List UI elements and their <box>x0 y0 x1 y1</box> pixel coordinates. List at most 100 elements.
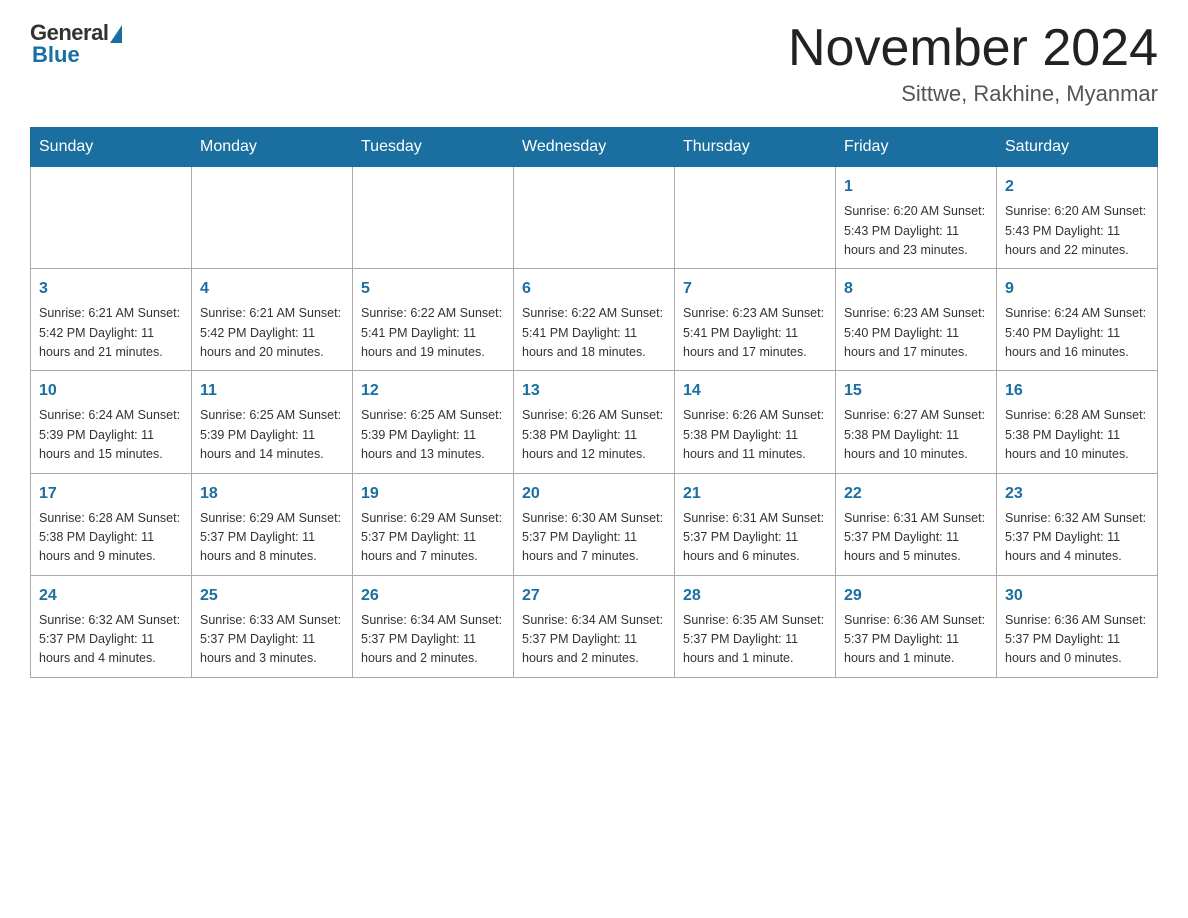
calendar-week-row: 10 Sunrise: 6:24 AM Sunset: 5:39 PM Dayli… <box>31 371 1158 473</box>
day-number: 9 <box>1005 277 1149 301</box>
day-number: 29 <box>844 584 988 608</box>
calendar-cell: 30Sunrise: 6:36 AM Sunset: 5:37 PM Dayli… <box>997 575 1158 677</box>
calendar-cell <box>353 167 514 269</box>
calendar-week-row: 3 Sunrise: 6:21 AM Sunset: 5:42 PM Daylig… <box>31 269 1158 371</box>
calendar-cell: 15Sunrise: 6:27 AM Sunset: 5:38 PM Dayli… <box>836 371 997 473</box>
calendar-cell: 14Sunrise: 6:26 AM Sunset: 5:38 PM Dayli… <box>675 371 836 473</box>
day-number: 1 <box>844 175 988 199</box>
day-info: Sunrise: 6:32 AM Sunset: 5:37 PM Dayligh… <box>1005 509 1149 567</box>
calendar-week-row: 1 Sunrise: 6:20 AM Sunset: 5:43 PM Daylig… <box>31 167 1158 269</box>
calendar-cell: 24 Sunrise: 6:32 AM Sunset: 5:37 PM Dayli… <box>31 575 192 677</box>
day-number: 22 <box>844 482 988 506</box>
calendar-cell: 28 Sunrise: 6:35 AM Sunset: 5:37 PM Dayli… <box>675 575 836 677</box>
calendar-week-row: 24 Sunrise: 6:32 AM Sunset: 5:37 PM Dayli… <box>31 575 1158 677</box>
day-number: 26 <box>361 584 505 608</box>
day-number: 10 <box>39 379 183 403</box>
day-info: Sunrise: 6:27 AM Sunset: 5:38 PM Dayligh… <box>844 406 988 464</box>
calendar-cell: 3 Sunrise: 6:21 AM Sunset: 5:42 PM Daylig… <box>31 269 192 371</box>
month-year-title: November 2024 <box>788 20 1158 77</box>
calendar-cell: 13 Sunrise: 6:26 AM Sunset: 5:38 PM Dayli… <box>514 371 675 473</box>
calendar-cell <box>675 167 836 269</box>
day-number: 23 <box>1005 482 1149 506</box>
calendar-cell: 10 Sunrise: 6:24 AM Sunset: 5:39 PM Dayli… <box>31 371 192 473</box>
weekday-header: Friday <box>836 128 997 167</box>
day-info: Sunrise: 6:24 AM Sunset: 5:39 PM Dayligh… <box>39 406 183 464</box>
day-number: 2 <box>1005 175 1149 199</box>
day-number: 19 <box>361 482 505 506</box>
logo-arrow-icon <box>110 25 122 43</box>
day-number: 21 <box>683 482 827 506</box>
calendar-cell: 25 Sunrise: 6:33 AM Sunset: 5:37 PM Dayli… <box>192 575 353 677</box>
day-info: Sunrise: 6:29 AM Sunset: 5:37 PM Dayligh… <box>200 509 344 567</box>
calendar-cell: 23 Sunrise: 6:32 AM Sunset: 5:37 PM Dayli… <box>997 473 1158 575</box>
calendar-cell <box>31 167 192 269</box>
calendar-cell: 26 Sunrise: 6:34 AM Sunset: 5:37 PM Dayli… <box>353 575 514 677</box>
calendar-cell: 29 Sunrise: 6:36 AM Sunset: 5:37 PM Dayli… <box>836 575 997 677</box>
title-section: November 2024 Sittwe, Rakhine, Myanmar <box>788 20 1158 107</box>
day-number: 20 <box>522 482 666 506</box>
day-number: 30 <box>1005 584 1149 608</box>
calendar-cell: 16 Sunrise: 6:28 AM Sunset: 5:38 PM Dayli… <box>997 371 1158 473</box>
day-info: Sunrise: 6:36 AM Sunset: 5:37 PM Dayligh… <box>844 611 988 669</box>
day-number: 14 <box>683 379 827 403</box>
day-number: 28 <box>683 584 827 608</box>
weekday-header: Tuesday <box>353 128 514 167</box>
page-header: General Blue November 2024 Sittwe, Rakhi… <box>30 20 1158 107</box>
calendar-cell: 18Sunrise: 6:29 AM Sunset: 5:37 PM Dayli… <box>192 473 353 575</box>
calendar-cell: 22 Sunrise: 6:31 AM Sunset: 5:37 PM Dayli… <box>836 473 997 575</box>
calendar-cell: 7 Sunrise: 6:23 AM Sunset: 5:41 PM Daylig… <box>675 269 836 371</box>
weekday-header: Monday <box>192 128 353 167</box>
calendar-cell: 6 Sunrise: 6:22 AM Sunset: 5:41 PM Daylig… <box>514 269 675 371</box>
day-number: 13 <box>522 379 666 403</box>
calendar-week-row: 17 Sunrise: 6:28 AM Sunset: 5:38 PM Dayli… <box>31 473 1158 575</box>
calendar-header-row: SundayMondayTuesdayWednesdayThursdayFrid… <box>31 128 1158 167</box>
day-info: Sunrise: 6:20 AM Sunset: 5:43 PM Dayligh… <box>1005 202 1149 260</box>
day-number: 25 <box>200 584 344 608</box>
day-number: 17 <box>39 482 183 506</box>
day-info: Sunrise: 6:22 AM Sunset: 5:41 PM Dayligh… <box>522 304 666 362</box>
day-info: Sunrise: 6:25 AM Sunset: 5:39 PM Dayligh… <box>361 406 505 464</box>
day-info: Sunrise: 6:31 AM Sunset: 5:37 PM Dayligh… <box>844 509 988 567</box>
day-number: 24 <box>39 584 183 608</box>
logo-blue-text: Blue <box>32 42 80 68</box>
day-info: Sunrise: 6:21 AM Sunset: 5:42 PM Dayligh… <box>200 304 344 362</box>
day-number: 27 <box>522 584 666 608</box>
day-info: Sunrise: 6:21 AM Sunset: 5:42 PM Dayligh… <box>39 304 183 362</box>
calendar-cell: 9 Sunrise: 6:24 AM Sunset: 5:40 PM Daylig… <box>997 269 1158 371</box>
calendar-cell: 12 Sunrise: 6:25 AM Sunset: 5:39 PM Dayli… <box>353 371 514 473</box>
day-info: Sunrise: 6:24 AM Sunset: 5:40 PM Dayligh… <box>1005 304 1149 362</box>
day-number: 12 <box>361 379 505 403</box>
calendar-cell: 8 Sunrise: 6:23 AM Sunset: 5:40 PM Daylig… <box>836 269 997 371</box>
weekday-header: Thursday <box>675 128 836 167</box>
day-info: Sunrise: 6:25 AM Sunset: 5:39 PM Dayligh… <box>200 406 344 464</box>
calendar-cell: 2 Sunrise: 6:20 AM Sunset: 5:43 PM Daylig… <box>997 167 1158 269</box>
day-info: Sunrise: 6:28 AM Sunset: 5:38 PM Dayligh… <box>39 509 183 567</box>
calendar-cell: 20Sunrise: 6:30 AM Sunset: 5:37 PM Dayli… <box>514 473 675 575</box>
day-info: Sunrise: 6:23 AM Sunset: 5:40 PM Dayligh… <box>844 304 988 362</box>
day-number: 6 <box>522 277 666 301</box>
calendar-cell: 27Sunrise: 6:34 AM Sunset: 5:37 PM Dayli… <box>514 575 675 677</box>
day-info: Sunrise: 6:32 AM Sunset: 5:37 PM Dayligh… <box>39 611 183 669</box>
day-info: Sunrise: 6:34 AM Sunset: 5:37 PM Dayligh… <box>361 611 505 669</box>
calendar-cell: 17 Sunrise: 6:28 AM Sunset: 5:38 PM Dayli… <box>31 473 192 575</box>
calendar-cell: 11 Sunrise: 6:25 AM Sunset: 5:39 PM Dayli… <box>192 371 353 473</box>
calendar-cell: 21Sunrise: 6:31 AM Sunset: 5:37 PM Dayli… <box>675 473 836 575</box>
weekday-header: Saturday <box>997 128 1158 167</box>
calendar-cell: 1Sunrise: 6:20 AM Sunset: 5:43 PM Daylig… <box>836 167 997 269</box>
day-number: 3 <box>39 277 183 301</box>
day-info: Sunrise: 6:26 AM Sunset: 5:38 PM Dayligh… <box>522 406 666 464</box>
day-info: Sunrise: 6:22 AM Sunset: 5:41 PM Dayligh… <box>361 304 505 362</box>
day-number: 16 <box>1005 379 1149 403</box>
day-number: 11 <box>200 379 344 403</box>
day-number: 7 <box>683 277 827 301</box>
calendar-cell: 5 Sunrise: 6:22 AM Sunset: 5:41 PM Daylig… <box>353 269 514 371</box>
day-number: 8 <box>844 277 988 301</box>
day-number: 5 <box>361 277 505 301</box>
day-info: Sunrise: 6:28 AM Sunset: 5:38 PM Dayligh… <box>1005 406 1149 464</box>
day-info: Sunrise: 6:33 AM Sunset: 5:37 PM Dayligh… <box>200 611 344 669</box>
weekday-header: Wednesday <box>514 128 675 167</box>
day-info: Sunrise: 6:35 AM Sunset: 5:37 PM Dayligh… <box>683 611 827 669</box>
calendar-cell: 19Sunrise: 6:29 AM Sunset: 5:37 PM Dayli… <box>353 473 514 575</box>
calendar-cell <box>192 167 353 269</box>
day-info: Sunrise: 6:23 AM Sunset: 5:41 PM Dayligh… <box>683 304 827 362</box>
